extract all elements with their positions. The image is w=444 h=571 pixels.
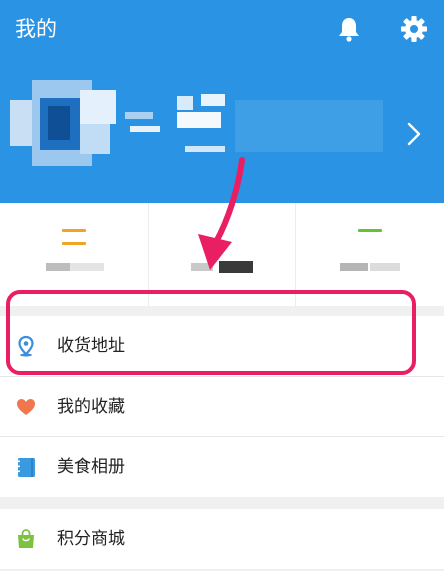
chevron-right-icon[interactable] <box>402 120 426 148</box>
menu-item-points-mall[interactable]: 积分商城 <box>0 509 444 569</box>
gear-icon[interactable] <box>399 14 429 44</box>
page-title: 我的 <box>15 17 57 41</box>
section-gap <box>0 497 444 509</box>
username-blurred <box>125 90 385 152</box>
menu-item-label: 积分商城 <box>57 529 125 549</box>
menu-item-label: 我的收藏 <box>57 397 125 417</box>
menu-item-label: 美食相册 <box>57 457 125 477</box>
album-icon <box>17 458 35 477</box>
stat-1-label-blurred <box>40 263 110 273</box>
annotation-arrow <box>198 157 245 270</box>
heart-icon <box>17 399 35 415</box>
stat-3-label-blurred <box>336 263 406 273</box>
profile-page: 我的 收货地址 我的收藏 美食相册 积分商城 <box>0 0 444 571</box>
stat-3-value-blurred <box>356 229 384 249</box>
annotation-highlight-box <box>6 290 416 375</box>
bell-icon[interactable] <box>334 14 364 44</box>
menu-item-favorites[interactable]: 我的收藏 <box>0 377 444 437</box>
shopping-bag-icon <box>18 529 34 548</box>
stat-1-value-blurred <box>60 229 88 249</box>
menu-item-album[interactable]: 美食相册 <box>0 437 444 497</box>
avatar[interactable] <box>10 80 120 166</box>
